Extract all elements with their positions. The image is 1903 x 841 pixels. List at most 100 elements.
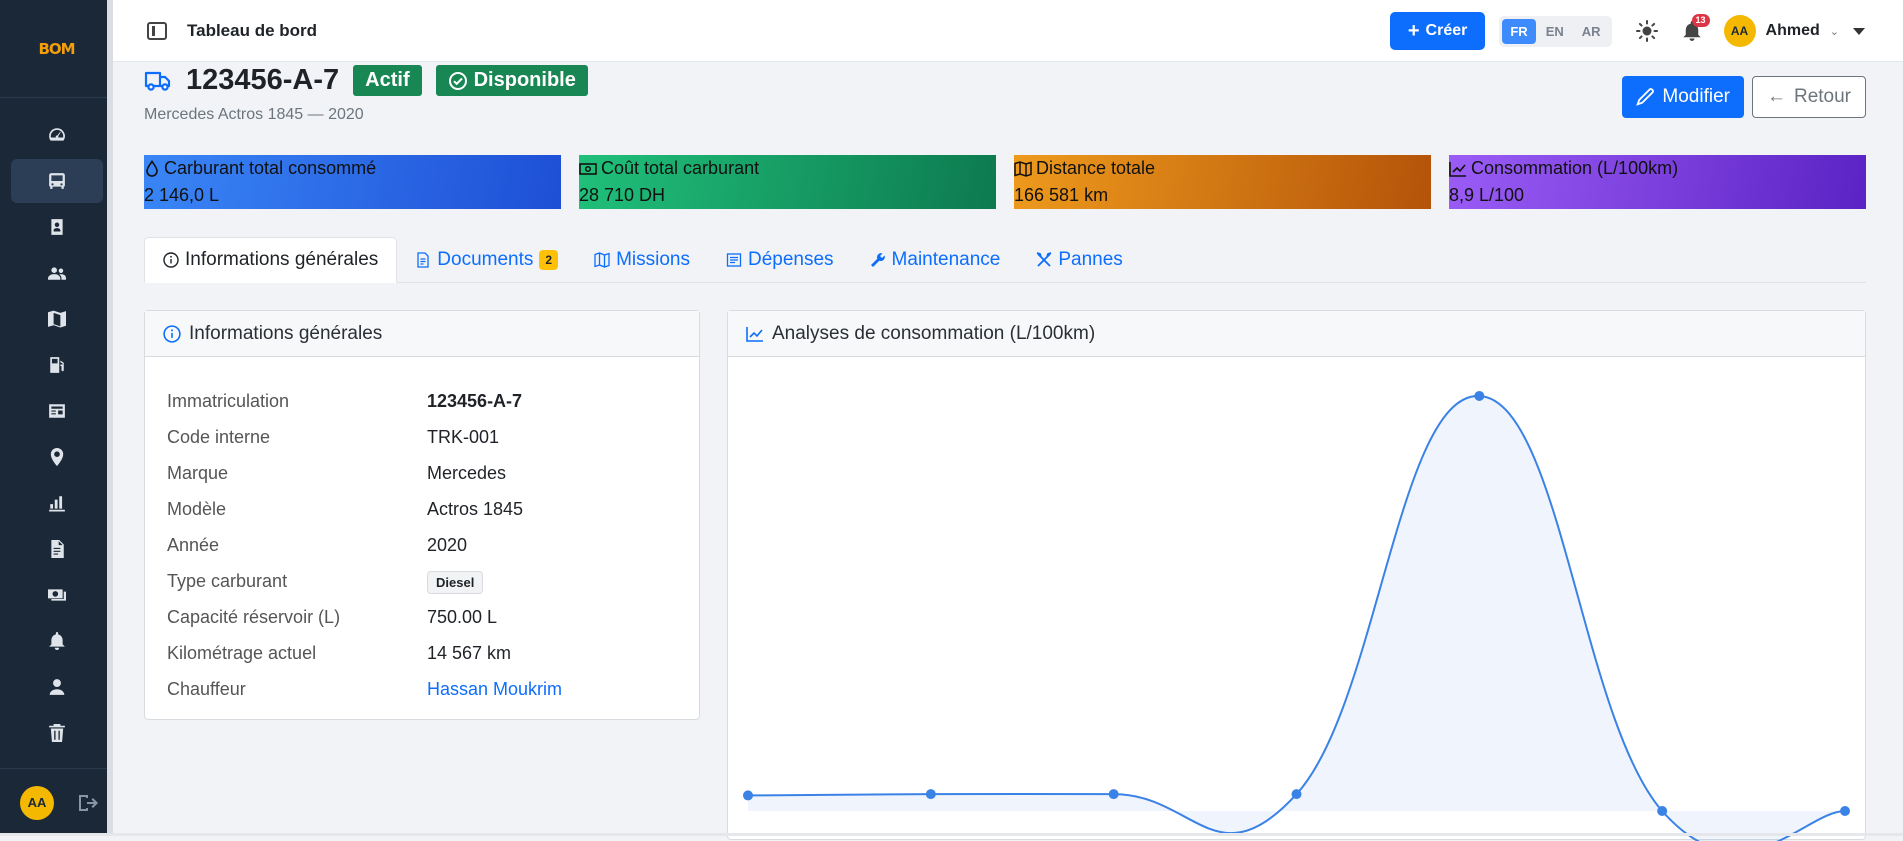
file-icon [415, 252, 431, 268]
info-row-brand: MarqueMercedes [167, 455, 699, 491]
tab-maintenance[interactable]: Maintenance [852, 237, 1019, 283]
data-point-1[interactable] [743, 790, 753, 800]
sidebar-footer: AA [0, 768, 113, 836]
sidebar-item-alerts[interactable] [11, 619, 103, 663]
logout-icon[interactable] [77, 793, 99, 813]
sidebar-item-vehicles[interactable] [11, 159, 103, 203]
general-info-card: Informations générales Immatriculation12… [144, 310, 700, 720]
location-pin-icon [48, 448, 66, 466]
bell-icon [48, 632, 66, 650]
fuel-pump-icon [48, 356, 66, 374]
bar-chart-icon [48, 494, 66, 512]
sidebar-item-drivers[interactable] [11, 205, 103, 249]
cash-stack-icon [48, 586, 66, 604]
sidebar-item-profile[interactable] [11, 665, 103, 709]
stat-cards: Carburant total consommé 2 146,0 L Coût … [144, 155, 1866, 211]
graph-up-icon [1449, 161, 1467, 177]
consumption-chart-card: Analyses de consommation (L/100km) [727, 310, 1866, 840]
series-area [748, 396, 1845, 841]
tab-label: Maintenance [892, 249, 1001, 271]
wrench-icon [870, 252, 886, 268]
data-point-2[interactable] [926, 789, 936, 799]
droplet-icon [144, 160, 160, 178]
tab-label: Pannes [1058, 249, 1122, 271]
tab-expenses[interactable]: Dépenses [708, 237, 852, 283]
vehicle-header: 123456-A-7 Actif Disponible Mercedes Act… [144, 62, 1866, 134]
plus-icon: + [1408, 21, 1420, 41]
tab-general-info[interactable]: Informations générales [144, 237, 397, 283]
sidebar-item-expenses[interactable] [11, 389, 103, 433]
app-logo[interactable]: BOM [0, 0, 113, 98]
stat-value: 8,9 L/100 [1449, 182, 1866, 209]
sidebar-scrollbar[interactable] [107, 0, 113, 836]
map-icon [1014, 161, 1032, 177]
notifications-button[interactable]: 13 [1682, 20, 1702, 42]
sidebar-item-reports[interactable] [11, 481, 103, 525]
info-value: TRK-001 [427, 427, 499, 448]
driver-link[interactable]: Hassan Moukrim [427, 679, 562, 700]
arrow-left-icon: ← [1767, 86, 1786, 108]
vehicle-actions: Modifier ← Retour [1622, 76, 1866, 118]
sidebar-item-trash[interactable] [11, 711, 103, 755]
lang-en[interactable]: EN [1538, 19, 1572, 44]
info-value: Actros 1845 [427, 499, 523, 520]
card-title: Informations générales [189, 323, 382, 345]
tab-breakdowns[interactable]: Pannes [1018, 237, 1140, 283]
user-avatar: AA [1724, 15, 1756, 47]
stat-value: 2 146,0 L [144, 182, 561, 209]
sidebar-avatar[interactable]: AA [20, 786, 54, 820]
chevron-down-icon: ⌄ [1830, 25, 1839, 38]
sidebar-item-fuel[interactable] [11, 343, 103, 387]
stat-card-fuel-consumed: Carburant total consommé 2 146,0 L [144, 155, 561, 209]
card-title: Analyses de consommation (L/100km) [772, 323, 1095, 345]
sidebar-item-missions[interactable] [11, 297, 103, 341]
info-list: Immatriculation123456-A-7 Code interneTR… [145, 357, 699, 707]
tab-label: Documents [437, 249, 533, 271]
create-button-label: Créer [1426, 22, 1468, 40]
sidebar-item-payments[interactable] [11, 573, 103, 617]
check-circle-icon [448, 71, 468, 91]
data-point-6[interactable] [1657, 806, 1667, 816]
dashboard-icon [48, 126, 66, 144]
info-row-mileage: Kilométrage actuel14 567 km [167, 635, 699, 671]
map-icon [594, 252, 610, 268]
stat-label: Carburant total consommé [164, 155, 376, 182]
notification-count-badge: 13 [1692, 14, 1710, 27]
edit-button[interactable]: Modifier [1622, 76, 1744, 118]
info-key: Kilométrage actuel [167, 643, 427, 664]
topbar: Tableau de bord + Créer FR EN AR 13 AA A… [113, 0, 1903, 62]
tab-documents[interactable]: Documents 2 [397, 237, 576, 283]
stat-card-consumption: Consommation (L/100km) 8,9 L/100 [1449, 155, 1866, 209]
sidebar-item-tracking[interactable] [11, 435, 103, 479]
back-button[interactable]: ← Retour [1752, 76, 1866, 118]
info-row-fuel-type: Type carburantDiesel [167, 563, 699, 599]
user-menu[interactable]: AA Ahmed ⌄ [1724, 15, 1839, 47]
data-point-7[interactable] [1840, 806, 1850, 816]
create-button[interactable]: + Créer [1390, 12, 1486, 50]
caret-down-icon[interactable] [1853, 28, 1865, 35]
data-point-5[interactable] [1474, 391, 1484, 401]
info-value: Mercedes [427, 463, 506, 484]
sidebar-nav [11, 112, 103, 756]
tab-missions[interactable]: Missions [576, 237, 708, 283]
data-point-4[interactable] [1292, 789, 1302, 799]
person-icon [48, 678, 66, 696]
sidebar-item-users[interactable] [11, 251, 103, 295]
sidebar-item-dashboard[interactable] [11, 113, 103, 157]
lang-ar[interactable]: AR [1574, 19, 1609, 44]
vehicle-tabs: Informations générales Documents 2 Missi… [144, 237, 1866, 283]
info-key: Année [167, 535, 427, 556]
data-point-3[interactable] [1109, 789, 1119, 799]
info-circle-icon [163, 325, 181, 343]
lang-fr[interactable]: FR [1502, 19, 1535, 44]
info-key: Code interne [167, 427, 427, 448]
receipt-icon [48, 402, 66, 420]
info-key: Immatriculation [167, 391, 427, 412]
map-icon [48, 310, 66, 328]
theme-sun-icon[interactable] [1636, 20, 1658, 42]
sidebar-toggle-icon[interactable] [147, 22, 167, 40]
sidebar-item-documents[interactable] [11, 527, 103, 571]
status-badge-label: Actif [365, 69, 409, 92]
receipt-icon [726, 252, 742, 268]
vehicle-subtitle: Mercedes Actros 1845 — 2020 [144, 106, 364, 124]
